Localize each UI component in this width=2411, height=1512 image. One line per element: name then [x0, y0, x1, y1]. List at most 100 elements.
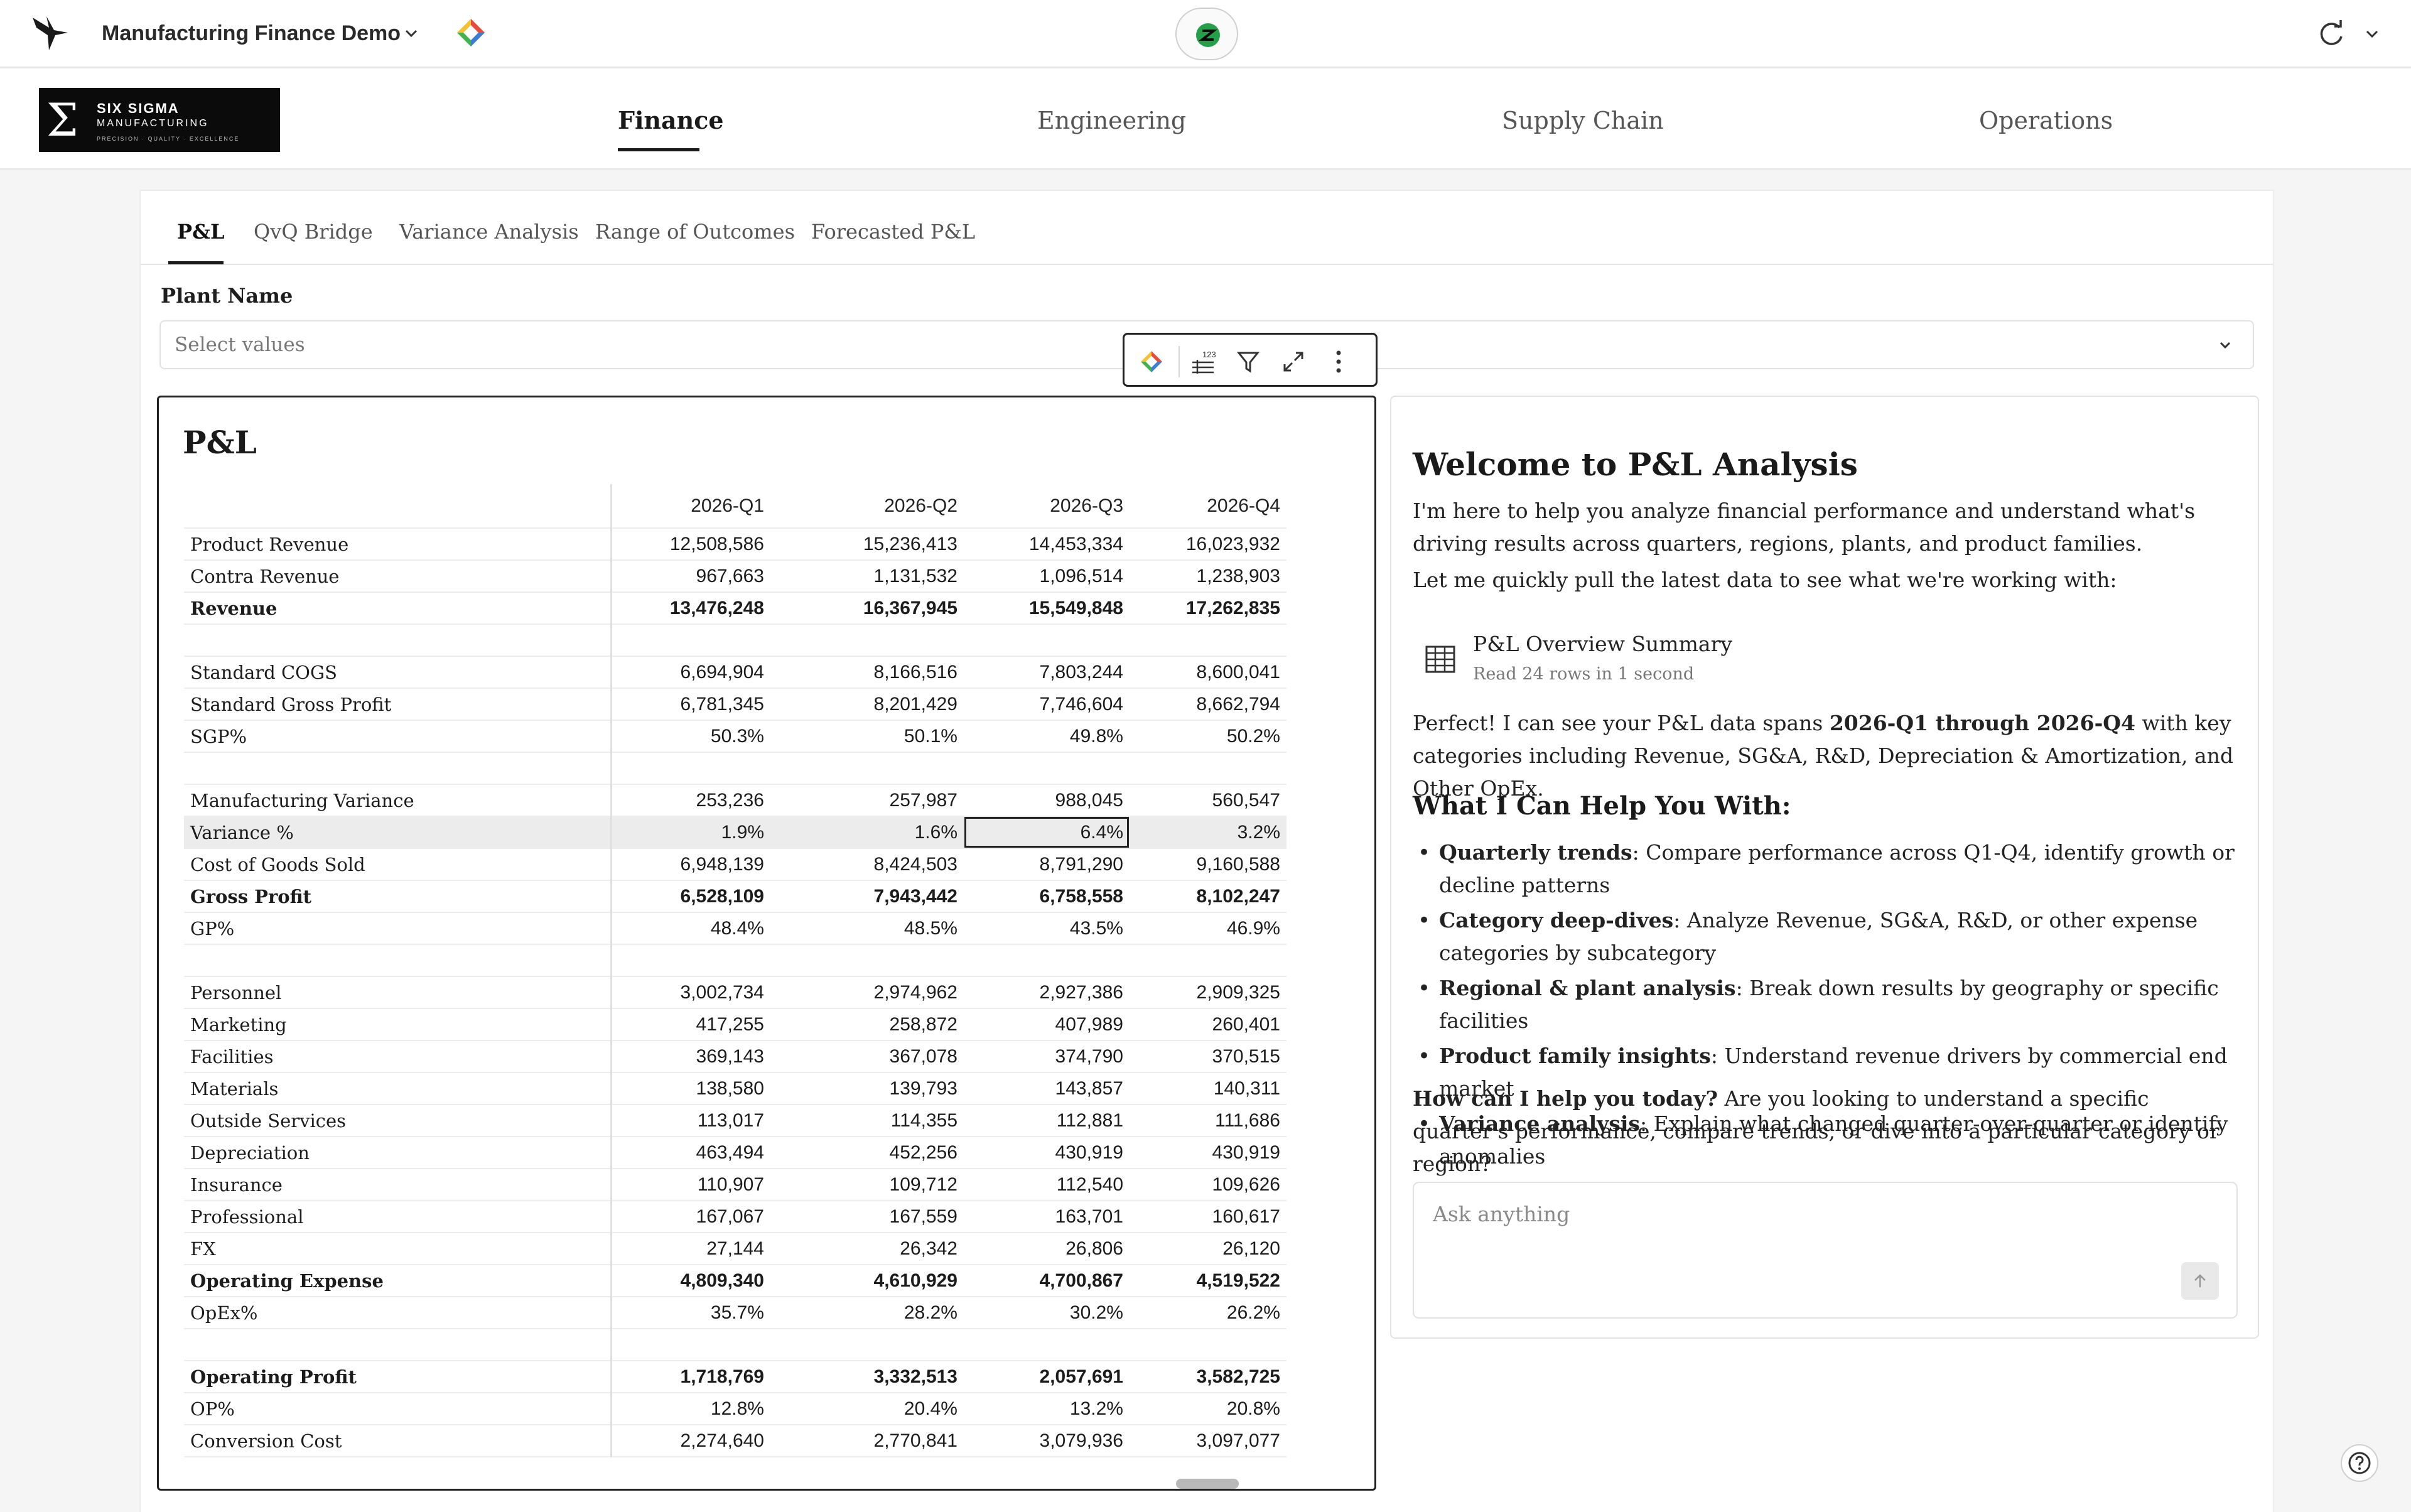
chevron-down-icon[interactable]	[2363, 25, 2381, 43]
expand-button[interactable]	[1278, 346, 1309, 377]
gem-icon[interactable]	[455, 16, 487, 49]
tab-engineering[interactable]: Engineering	[1037, 102, 1186, 139]
table-cell[interactable]: 163,701	[964, 1201, 1130, 1233]
row-label[interactable]: Revenue	[184, 592, 612, 625]
table-cell[interactable]: 109,626	[1130, 1169, 1286, 1201]
table-cell[interactable]: 26.2%	[1130, 1297, 1286, 1329]
table-cell[interactable]: 167,067	[611, 1201, 770, 1233]
table-cell[interactable]: 160,617	[1130, 1201, 1286, 1233]
column-header[interactable]: 2026-Q3	[964, 484, 1130, 529]
table-cell[interactable]: 430,919	[964, 1137, 1130, 1169]
row-label[interactable]	[184, 944, 612, 977]
help-button[interactable]	[2341, 1444, 2378, 1482]
row-label[interactable]: Marketing	[184, 1008, 612, 1041]
table-cell[interactable]: 1,718,769	[611, 1361, 770, 1393]
column-header[interactable]: 2026-Q1	[611, 484, 770, 529]
tool-call-result[interactable]: P&L Overview Summary Read 24 rows in 1 s…	[1416, 629, 1793, 692]
table-cell[interactable]: 20.8%	[1130, 1393, 1286, 1425]
table-cell[interactable]: 17,262,835	[1130, 592, 1286, 625]
row-label[interactable]: OP%	[184, 1393, 612, 1425]
row-label[interactable]	[184, 752, 612, 785]
table-cell[interactable]: 4,809,340	[611, 1265, 770, 1297]
table-cell[interactable]: 6,758,558	[964, 880, 1130, 913]
row-label[interactable]: FX	[184, 1233, 612, 1265]
table-cell[interactable]: 4,519,522	[1130, 1265, 1286, 1297]
table-cell[interactable]	[1130, 1329, 1286, 1361]
table-cell[interactable]: 35.7%	[611, 1297, 770, 1329]
table-cell[interactable]: 369,143	[611, 1040, 770, 1073]
table-cell[interactable]: 28.2%	[770, 1297, 964, 1329]
table-cell[interactable]: 4,700,867	[964, 1265, 1130, 1297]
table-cell[interactable]: 260,401	[1130, 1008, 1286, 1041]
row-label[interactable]: Insurance	[184, 1169, 612, 1201]
table-cell[interactable]: 46.9%	[1130, 912, 1286, 945]
table-cell[interactable]: 6.4%	[964, 816, 1130, 849]
table-cell[interactable]: 2,057,691	[964, 1361, 1130, 1393]
row-label[interactable]: Variance %	[184, 816, 612, 849]
table-cell[interactable]: 30.2%	[964, 1297, 1130, 1329]
table-cell[interactable]: 109,712	[770, 1169, 964, 1201]
table-cell[interactable]: 6,948,139	[611, 848, 770, 881]
table-cell[interactable]: 50.3%	[611, 720, 770, 753]
row-label[interactable]: Professional	[184, 1201, 612, 1233]
table-cell[interactable]: 3,097,077	[1130, 1425, 1286, 1457]
table-cell[interactable]: 9,160,588	[1130, 848, 1286, 881]
subtab-forecasted-pl[interactable]: Forecasted P&L	[811, 216, 975, 247]
subtab-variance-analysis[interactable]: Variance Analysis	[399, 216, 579, 247]
subtab-range-of-outcomes[interactable]: Range of Outcomes	[595, 216, 795, 247]
table-cell[interactable]: 15,549,848	[964, 592, 1130, 625]
table-cell[interactable]: 16,023,932	[1130, 528, 1286, 561]
table-cell[interactable]: 110,907	[611, 1169, 770, 1201]
table-cell[interactable]: 407,989	[964, 1008, 1130, 1041]
table-cell[interactable]: 50.1%	[770, 720, 964, 753]
table-cell[interactable]: 3,582,725	[1130, 1361, 1286, 1393]
row-label[interactable]: Depreciation	[184, 1137, 612, 1169]
table-cell[interactable]: 3.2%	[1130, 816, 1286, 849]
row-label[interactable]: Product Revenue	[184, 528, 612, 561]
horizontal-scrollbar[interactable]	[1176, 1479, 1239, 1489]
table-cell[interactable]	[770, 944, 964, 977]
table-cell[interactable]: 1,096,514	[964, 560, 1130, 593]
table-cell[interactable]: 49.8%	[964, 720, 1130, 753]
table-cell[interactable]: 4,610,929	[770, 1265, 964, 1297]
table-cell[interactable]: 2,909,325	[1130, 976, 1286, 1009]
table-cell[interactable]: 1.6%	[770, 816, 964, 849]
ai-assistant-badge[interactable]	[1175, 8, 1238, 60]
row-label[interactable]: Materials	[184, 1072, 612, 1105]
table-cell[interactable]: 12,508,586	[611, 528, 770, 561]
table-cell[interactable]: 967,663	[611, 560, 770, 593]
table-cell[interactable]: 7,943,442	[770, 880, 964, 913]
table-cell[interactable]: 139,793	[770, 1072, 964, 1105]
table-cell[interactable]: 167,559	[770, 1201, 964, 1233]
table-cell[interactable]	[611, 624, 770, 657]
table-cell[interactable]: 1,238,903	[1130, 560, 1286, 593]
more-options-button[interactable]	[1323, 346, 1354, 377]
chevron-down-icon[interactable]	[402, 24, 421, 43]
row-label[interactable]: Standard Gross Profit	[184, 688, 612, 721]
row-label[interactable]: Standard COGS	[184, 656, 612, 689]
table-cell[interactable]: 452,256	[770, 1137, 964, 1169]
table-cell[interactable]	[611, 752, 770, 785]
table-cell[interactable]: 26,342	[770, 1233, 964, 1265]
table-cell[interactable]: 50.2%	[1130, 720, 1286, 753]
table-cell[interactable]	[1130, 944, 1286, 977]
row-label[interactable]: Operating Profit	[184, 1361, 612, 1393]
table-cell[interactable]: 3,332,513	[770, 1361, 964, 1393]
subtab-qvq-bridge[interactable]: QvQ Bridge	[254, 216, 373, 247]
table-cell[interactable]: 3,079,936	[964, 1425, 1130, 1457]
table-cell[interactable]: 112,540	[964, 1169, 1130, 1201]
column-header[interactable]: 2026-Q2	[770, 484, 964, 529]
table-cell[interactable]: 14,453,334	[964, 528, 1130, 561]
table-cell[interactable]: 138,580	[611, 1072, 770, 1105]
table-cell[interactable]: 15,236,413	[770, 528, 964, 561]
table-cell[interactable]: 417,255	[611, 1008, 770, 1041]
row-label[interactable]: Contra Revenue	[184, 560, 612, 593]
table-cell[interactable]	[964, 1329, 1130, 1361]
table-cell[interactable]: 7,803,244	[964, 656, 1130, 689]
tab-finance[interactable]: Finance	[618, 102, 724, 139]
table-cell[interactable]: 367,078	[770, 1040, 964, 1073]
table-cell[interactable]: 13.2%	[964, 1393, 1130, 1425]
table-cell[interactable]: 2,770,841	[770, 1425, 964, 1457]
refresh-icon[interactable]	[2316, 19, 2347, 49]
table-cell[interactable]: 8,424,503	[770, 848, 964, 881]
